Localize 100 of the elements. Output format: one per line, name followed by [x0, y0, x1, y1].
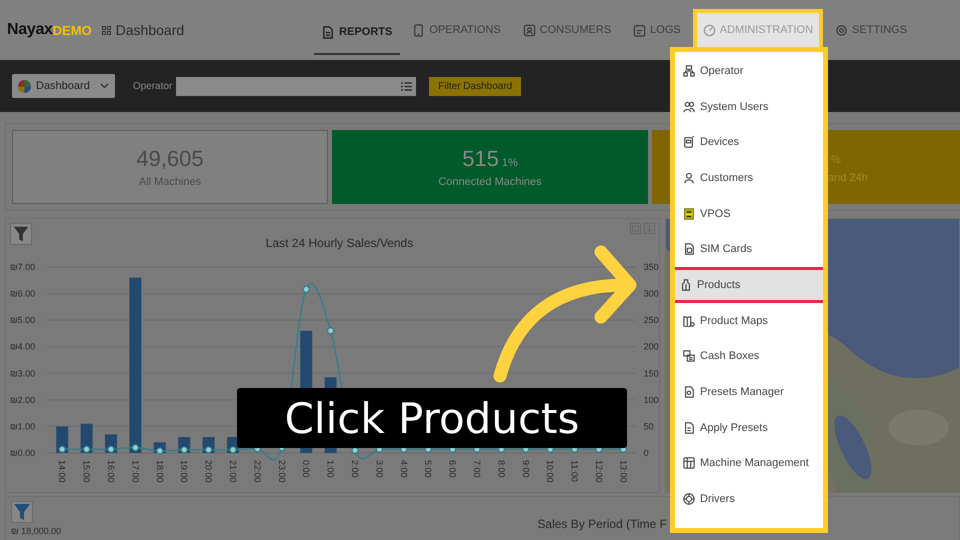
- axis-label: 16:00: [106, 460, 116, 483]
- axis-label: 9:00: [520, 460, 531, 478]
- axis-label: 15:00: [82, 460, 92, 483]
- menu-item[interactable]: SIM Cards: [675, 231, 823, 268]
- axis-label: 13:00: [618, 460, 628, 483]
- axis-label: 2:00: [350, 460, 360, 478]
- axis-label: 250: [644, 315, 659, 326]
- axis-label: 0: [644, 448, 649, 458]
- axis-label: 8:00: [496, 460, 506, 478]
- list-icon: [401, 82, 412, 90]
- axis-label: 20:00: [204, 460, 214, 483]
- menu-item[interactable]: Product Maps: [675, 302, 823, 338]
- users-icon: [683, 100, 695, 113]
- menu-item[interactable]: Drivers: [675, 481, 823, 517]
- stat-percent: 1%: [502, 157, 518, 169]
- axis-label: 4:00: [398, 460, 409, 478]
- card-reader-icon: [683, 208, 695, 220]
- phone-icon: [412, 24, 426, 36]
- point: [58, 446, 66, 453]
- device-icon: [683, 136, 695, 148]
- axis-label: ₪7.00: [10, 262, 36, 272]
- chart-title: Last 24 Hourly Sales/Vends: [264, 236, 414, 250]
- stat-percent: %: [831, 154, 841, 166]
- point: [180, 446, 188, 454]
- stat-label: Connected Machines: [438, 176, 542, 188]
- point: [132, 444, 139, 452]
- axis-label: 6:00: [448, 460, 458, 478]
- axis-label: 150: [644, 368, 659, 378]
- menu-item[interactable]: Operator: [675, 53, 823, 89]
- menu-item[interactable]: Products: [675, 267, 823, 303]
- filter-icon[interactable]: [11, 501, 33, 523]
- view-select[interactable]: Dashboard: [12, 74, 115, 98]
- axis-label: ₪6.00: [10, 288, 36, 299]
- axis-label: ₪2.00: [10, 394, 36, 405]
- wheel-icon: [683, 493, 695, 506]
- sitemap-icon: [683, 64, 695, 77]
- point: [327, 327, 334, 334]
- document-icon: [683, 422, 695, 434]
- map-icon: [683, 314, 695, 327]
- axis-label: 5:00: [423, 460, 434, 478]
- axis-label: 11:00: [570, 460, 580, 482]
- point: [205, 446, 212, 454]
- axis-label: ₪5.00: [10, 315, 36, 326]
- logo-suffix: DEMO: [52, 22, 92, 38]
- menu-item[interactable]: Devices: [675, 124, 823, 160]
- axis-label: 17:00: [130, 460, 140, 483]
- axis-label: 200: [644, 342, 659, 352]
- calendar-icon: [633, 24, 646, 36]
- filter-icon[interactable]: [10, 223, 32, 245]
- menu-item[interactable]: Machine Management: [675, 446, 823, 482]
- axis-label: ₪1.00: [10, 421, 36, 432]
- logo: Nayax: [7, 21, 53, 39]
- axis-label: 21:00: [228, 460, 238, 483]
- caret-icon: [100, 83, 109, 89]
- boxes-icon: [683, 350, 695, 362]
- point: [156, 447, 164, 454]
- point: [302, 286, 310, 293]
- bottle-icon: [680, 278, 692, 291]
- tutorial-caption: Click Products: [237, 388, 627, 448]
- axis-label: 12:00: [594, 460, 604, 483]
- axis-label: 300: [644, 288, 659, 299]
- stat-value: 515: [462, 146, 499, 171]
- nav-tab[interactable]: REPORTS: [314, 11, 400, 55]
- gear-icon: [835, 24, 848, 36]
- operator-label: Operator: [132, 80, 172, 92]
- axis-label: ₪ 18,000.00: [11, 526, 62, 536]
- user-card-icon: [522, 24, 536, 36]
- axis-label: 18:00: [154, 460, 165, 483]
- point: [107, 446, 115, 453]
- axis-label: 22:00: [252, 460, 262, 483]
- menu-item[interactable]: VPOS: [675, 196, 823, 232]
- grid-icon: [102, 26, 111, 34]
- grid-icon: [683, 457, 695, 470]
- axis-label: 0:00: [301, 460, 312, 478]
- axis-label: 50: [644, 421, 654, 432]
- axis-label: 19:00: [179, 460, 190, 483]
- axis-label: 7:00: [472, 460, 482, 478]
- axis-label: ₪0.00: [10, 448, 36, 458]
- point: [83, 446, 90, 453]
- user-icon: [683, 172, 695, 184]
- axis-label: 23:00: [276, 460, 287, 483]
- axis-label: 350: [644, 262, 659, 272]
- operator-field[interactable]: [176, 76, 416, 96]
- chart-title: Sales By Period (Time F: [537, 517, 667, 533]
- menu-item[interactable]: Customers: [675, 160, 823, 196]
- document-icon: [322, 26, 336, 38]
- menu-item[interactable]: System Users: [675, 88, 823, 124]
- axis-label: 100: [644, 394, 659, 405]
- page-title: Dashboard: [116, 22, 184, 38]
- pie-icon: [18, 80, 31, 92]
- menu-item[interactable]: Apply Presets: [675, 410, 823, 446]
- axis-label: ₪4.00: [10, 342, 36, 352]
- axis-label: 1:00: [326, 460, 336, 478]
- point: [229, 446, 237, 454]
- axis-label: 3:00: [374, 460, 384, 478]
- menu-item[interactable]: Cash Boxes: [675, 338, 823, 374]
- axis-label: 10:00: [545, 460, 556, 483]
- menu-item[interactable]: Presets Manager: [675, 374, 823, 410]
- document-icon: [683, 386, 695, 398]
- gauge-icon: [702, 24, 716, 36]
